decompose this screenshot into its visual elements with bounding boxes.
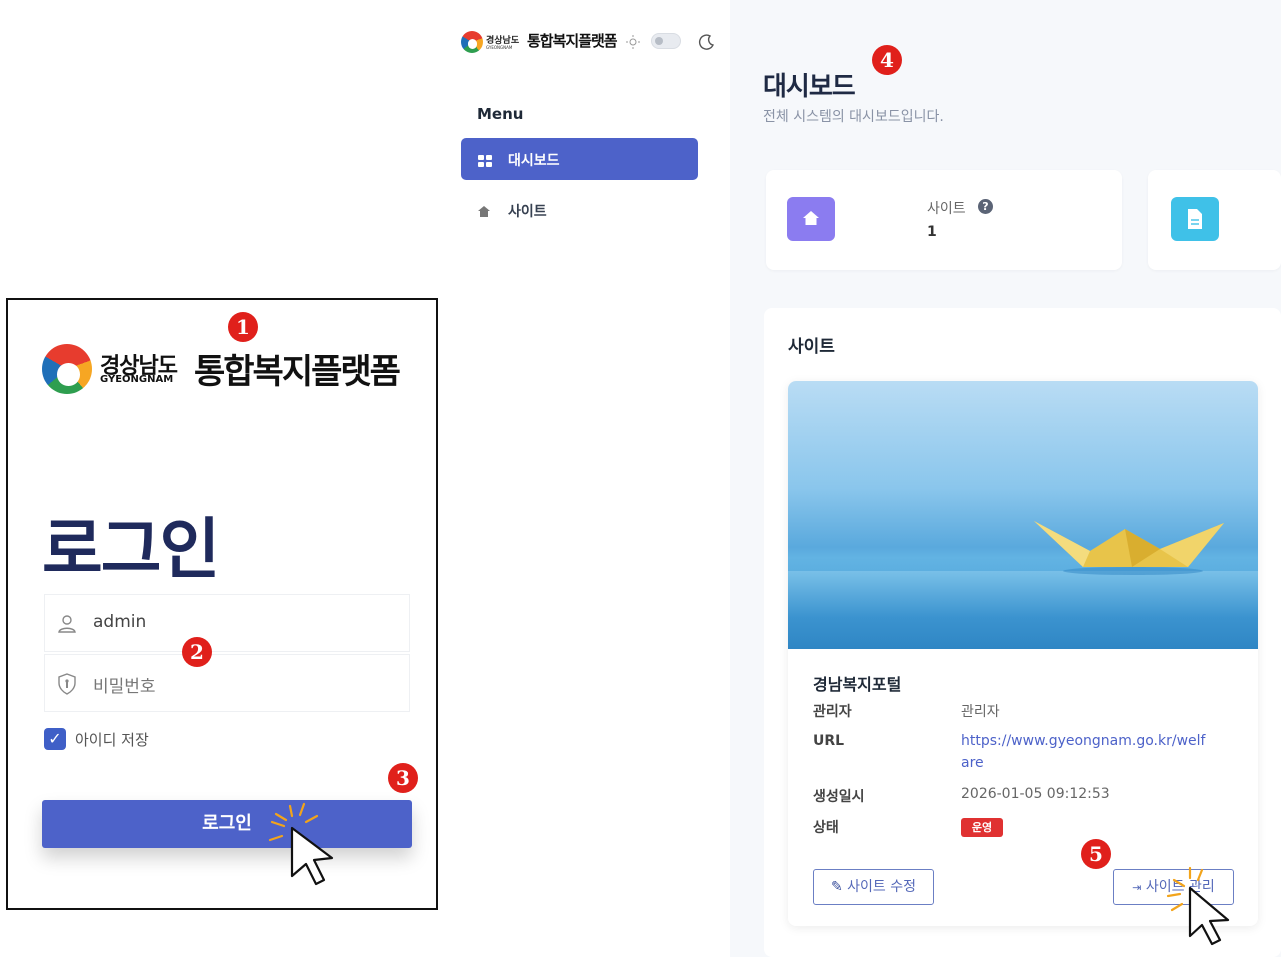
site-thumbnail-water xyxy=(788,571,1258,649)
login-arrow-icon: ⇥ xyxy=(1132,881,1142,894)
remember-id-checkbox[interactable]: ✓ xyxy=(44,728,66,750)
site-thumbnail xyxy=(788,381,1258,649)
login-region-en-label: GYEONGNAM xyxy=(100,374,174,385)
sidebar-brand-name: 통합복지플랫폼 xyxy=(527,32,618,50)
site-created-label: 생성일시 xyxy=(813,789,865,805)
page-title: 대시보드 xyxy=(763,72,856,102)
sidebar-menu-label: Menu xyxy=(477,105,524,123)
home-icon xyxy=(803,211,819,225)
theme-toggle[interactable] xyxy=(651,33,681,49)
user-icon xyxy=(58,615,76,633)
stat-home-icon xyxy=(787,197,835,241)
sidebar-item-site[interactable]: 사이트 xyxy=(461,192,698,228)
cursor-click-icon xyxy=(268,802,334,886)
question-icon[interactable]: ? xyxy=(978,199,993,214)
step-marker-5: 5 xyxy=(1081,839,1111,869)
document-icon xyxy=(1188,209,1202,229)
site-url-value-cont[interactable]: are xyxy=(961,755,984,771)
page-subtitle: 전체 시스템의 대시보드입니다. xyxy=(763,109,944,125)
step-marker-3: 3 xyxy=(388,763,418,793)
login-platform-name: 통합복지플랫폼 xyxy=(194,352,401,392)
gyeongnam-logo-icon xyxy=(42,344,92,394)
password-field[interactable]: 비밀번호 xyxy=(44,654,410,712)
site-name: 경남복지포털 xyxy=(813,675,902,694)
stat-card-secondary xyxy=(1148,170,1281,270)
site-status-label: 상태 xyxy=(813,820,839,836)
stat-value: 1 xyxy=(927,224,937,240)
sidebar-logo-icon xyxy=(461,31,483,53)
stat-document-icon xyxy=(1171,197,1219,241)
sidebar-item-dashboard-label: 대시보드 xyxy=(508,153,560,169)
site-url-value[interactable]: https://www.gyeongnam.go.kr/welf xyxy=(961,733,1205,749)
status-badge: 운영 xyxy=(961,818,1003,837)
sidebar-item-dashboard[interactable]: 대시보드 xyxy=(461,138,698,180)
cursor-click-icon xyxy=(1166,866,1230,946)
site-card xyxy=(788,381,1258,926)
site-section-title: 사이트 xyxy=(788,337,835,357)
step-marker-4: 4 xyxy=(872,45,902,75)
paper-boat-icon xyxy=(1034,521,1224,575)
remember-id-label: 아이디 저장 xyxy=(75,731,149,749)
edit-site-label: 사이트 수정 xyxy=(847,879,917,895)
password-placeholder: 비밀번호 xyxy=(93,677,156,697)
site-url-label: URL xyxy=(813,733,845,749)
moon-icon[interactable] xyxy=(698,33,716,51)
username-field[interactable]: admin xyxy=(44,594,410,652)
login-panel: 경상남도 GYEONGNAM 통합복지플랫폼 로그인 admin 비밀번호 ✓ … xyxy=(6,298,438,910)
sun-icon[interactable] xyxy=(625,34,641,50)
stat-card-sites: 사이트 ? 1 xyxy=(766,170,1122,270)
sidebar-brand-region-en: GYEONGNAM xyxy=(486,45,513,50)
sidebar-item-site-label: 사이트 xyxy=(508,204,547,220)
step-marker-2: 2 xyxy=(182,637,212,667)
login-button[interactable]: 로그인 xyxy=(42,800,412,848)
pencil-icon: ✎ xyxy=(830,879,843,895)
dashboard-grid-icon xyxy=(478,155,492,167)
stat-label: 사이트 xyxy=(927,201,966,217)
site-manager-label: 관리자 xyxy=(813,704,852,720)
login-title: 로그인 xyxy=(42,511,220,588)
edit-site-button[interactable]: ✎ 사이트 수정 xyxy=(813,869,934,905)
step-marker-1: 1 xyxy=(228,312,258,342)
shield-lock-icon xyxy=(58,673,76,695)
site-created-value: 2026-01-05 09:12:53 xyxy=(961,786,1110,802)
username-value: admin xyxy=(93,612,147,632)
home-icon xyxy=(478,206,490,217)
site-manager-value: 관리자 xyxy=(961,704,1000,720)
